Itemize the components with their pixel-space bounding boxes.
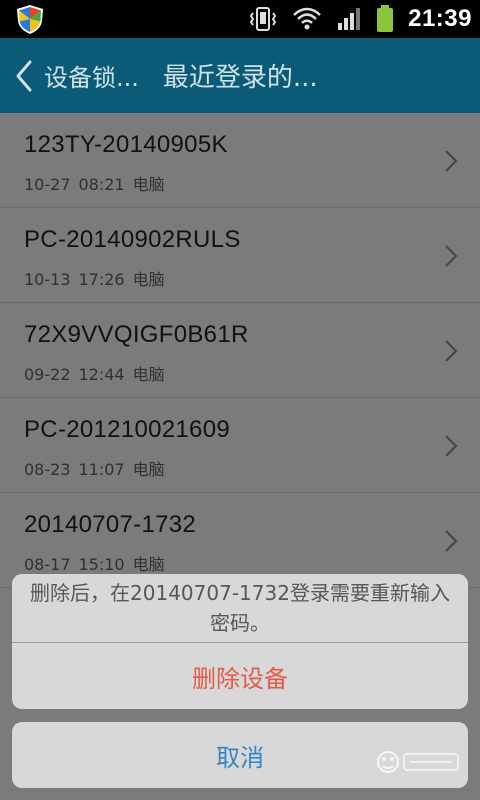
login-date: 08-17 [24, 555, 71, 574]
delete-device-button[interactable]: 删除设备 [12, 643, 468, 709]
login-time: 17:26 [78, 270, 125, 289]
app-header: 设备锁... 最近登录的... [0, 38, 480, 113]
watermark-logo [377, 751, 459, 773]
device-meta: 10-27 08:21 电脑 [24, 171, 165, 195]
status-time: 21:39 [408, 5, 472, 32]
device-type: 电脑 [132, 175, 165, 194]
chevron-right-icon [445, 435, 458, 457]
login-date: 10-13 [24, 270, 71, 289]
device-name: PC-201210021609 [24, 416, 231, 443]
device-name: 72X9VVQIGF0B61R [24, 321, 249, 348]
list-item[interactable]: PC-201210021609 08-23 11:07 电脑 [0, 398, 480, 493]
device-name: PC-20140902RULS [24, 226, 241, 253]
dialog-message: 删除后，在20140707-1732登录需要重新输入密码。 [30, 581, 450, 635]
login-time: 08:21 [78, 175, 125, 194]
device-meta: 08-17 15:10 电脑 [24, 551, 165, 575]
back-arrow-icon[interactable] [10, 56, 38, 96]
back-title[interactable]: 设备锁... [44, 58, 139, 93]
device-type: 电脑 [132, 460, 165, 479]
vibrate-icon [249, 7, 277, 31]
chevron-right-icon [445, 530, 458, 552]
login-time: 15:10 [78, 555, 125, 574]
chevron-right-icon [445, 340, 458, 362]
login-time: 11:07 [78, 460, 125, 479]
delete-action-sheet: 删除后，在20140707-1732登录需要重新输入密码。 删除设备 [12, 574, 468, 709]
device-type: 电脑 [132, 365, 165, 384]
wifi-icon [293, 7, 321, 30]
device-name: 20140707-1732 [24, 511, 197, 538]
login-date: 09-22 [24, 365, 71, 384]
chevron-right-icon [445, 245, 458, 267]
device-type: 电脑 [132, 555, 165, 574]
shield-icon [17, 5, 43, 34]
device-meta: 08-23 11:07 电脑 [24, 456, 165, 480]
device-meta: 09-22 12:44 电脑 [24, 361, 165, 385]
device-name: 123TY-20140905K [24, 131, 228, 158]
device-meta: 10-13 17:26 电脑 [24, 266, 165, 290]
battery-icon [377, 5, 394, 32]
signal-icon [338, 8, 361, 30]
login-date: 08-23 [24, 460, 71, 479]
page-title: 最近登录的... [162, 63, 318, 93]
device-list: 123TY-20140905K 10-27 08:21 电脑 PC-20140902… [0, 113, 480, 588]
list-item[interactable]: 72X9VVQIGF0B61R 09-22 12:44 电脑 [0, 303, 480, 398]
list-item[interactable]: PC-20140902RULS 10-13 17:26 电脑 [0, 208, 480, 303]
status-bar: 21:39 [0, 0, 480, 38]
device-type: 电脑 [132, 270, 165, 289]
list-item[interactable]: 123TY-20140905K 10-27 08:21 电脑 [0, 113, 480, 208]
login-date: 10-27 [24, 175, 71, 194]
login-time: 12:44 [78, 365, 125, 384]
chevron-right-icon [445, 150, 458, 172]
